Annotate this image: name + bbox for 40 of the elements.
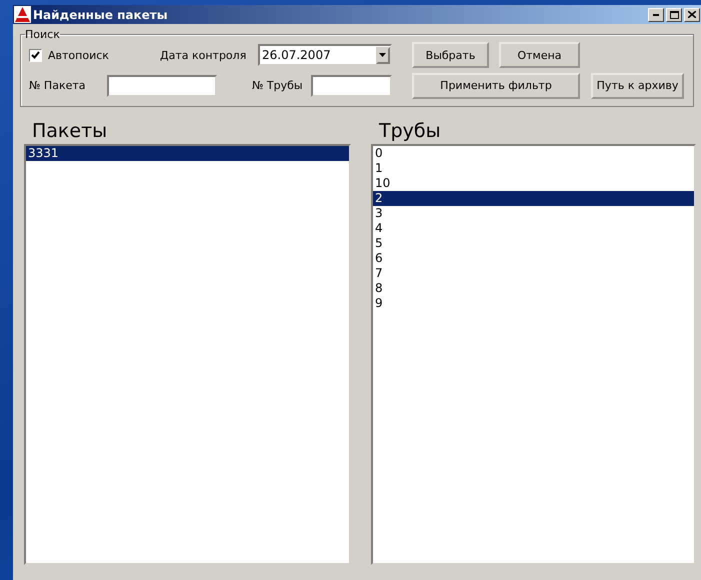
archive-path-button[interactable]: Путь к архиву xyxy=(591,72,684,98)
list-item[interactable]: 1 xyxy=(373,161,694,176)
minimize-button[interactable] xyxy=(648,8,664,22)
logo-icon xyxy=(14,6,31,23)
maximize-button[interactable] xyxy=(666,8,682,22)
dropdown-button[interactable] xyxy=(376,46,390,64)
list-item[interactable]: 0 xyxy=(373,146,694,161)
packet-label: № Пакета xyxy=(29,79,86,92)
pipes-list[interactable]: 0 1 10 2 3 4 5 6 7 8 9 xyxy=(371,144,696,565)
list-item[interactable]: 4 xyxy=(373,221,694,236)
group-legend: Поиск xyxy=(25,28,60,41)
list-item[interactable]: 10 xyxy=(373,176,694,191)
select-button[interactable]: Выбрать xyxy=(412,42,489,68)
list-item[interactable]: 9 xyxy=(373,296,694,311)
window-title: Найденные пакеты xyxy=(33,8,169,22)
dropdown-arrow-icon xyxy=(379,53,386,57)
list-item[interactable]: 8 xyxy=(373,281,694,296)
list-item[interactable]: 5 xyxy=(373,236,694,251)
apply-filter-button[interactable]: Применить фильтр xyxy=(412,72,580,98)
autosearch-checkbox[interactable]: Автопоиск xyxy=(29,48,154,62)
maximize-icon xyxy=(670,10,678,18)
pipe-input[interactable] xyxy=(310,74,392,96)
close-icon xyxy=(688,11,696,18)
list-item[interactable]: 3331 xyxy=(26,146,349,161)
packets-list[interactable]: 3331 xyxy=(24,144,351,565)
close-button[interactable] xyxy=(684,8,700,22)
date-field[interactable]: 26.07.2007 xyxy=(260,48,376,62)
pipe-label: № Трубы xyxy=(252,79,303,92)
date-label: Дата контроля xyxy=(159,48,248,62)
packet-input[interactable] xyxy=(107,74,217,96)
minimize-icon xyxy=(653,14,659,16)
list-item[interactable]: 6 xyxy=(373,251,694,266)
list-item[interactable]: 7 xyxy=(373,266,694,281)
date-dropdown[interactable]: 26.07.2007 xyxy=(258,44,392,66)
cancel-button[interactable]: Отмена xyxy=(499,42,580,68)
list-item[interactable]: 3 xyxy=(373,206,694,221)
pipes-heading: Трубы xyxy=(378,120,442,142)
checkmark-icon xyxy=(31,51,40,59)
list-item[interactable]: 2 xyxy=(373,191,694,206)
packets-heading: Пакеты xyxy=(31,120,108,142)
